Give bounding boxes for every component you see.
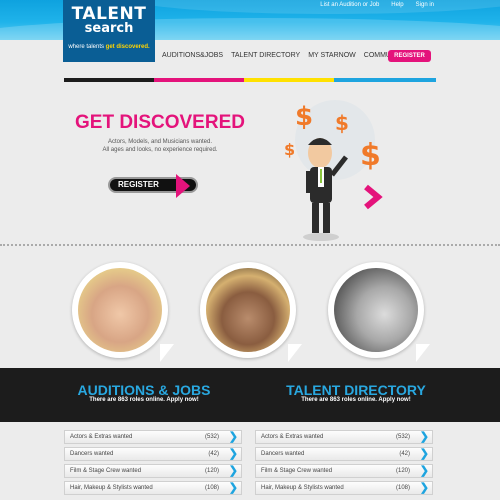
- blond-man-portrait: [206, 268, 290, 352]
- arrow-right-icon: [176, 174, 190, 198]
- wave-decoration: [120, 0, 500, 14]
- svg-text:$: $: [360, 138, 381, 173]
- chevron-right-icon: ❯: [419, 465, 429, 477]
- color-stripe-pink: [154, 78, 244, 82]
- speech-tail: [288, 344, 302, 362]
- list-item[interactable]: Film & Stage Crew wanted (120) ❯: [255, 464, 433, 478]
- nav-my-starnow[interactable]: MY STARNOW: [308, 52, 356, 59]
- tagline-post: get discovered.: [105, 44, 150, 50]
- list-audition-link[interactable]: List an Audition or Job: [320, 2, 379, 8]
- color-stripe-black: [64, 78, 154, 82]
- hero-subtitle: Actors, Models, and Musicians wanted. Al…: [60, 138, 260, 154]
- list-item-count: (120): [204, 468, 219, 474]
- main-nav: AUDITIONS&JOBS TALENT DIRECTORY MY STARN…: [162, 52, 407, 59]
- chevron-right-icon: ❯: [419, 431, 429, 443]
- color-stripe-yellow: [244, 78, 334, 82]
- dotted-divider: [0, 244, 500, 246]
- register-hero-label: REGISTER: [118, 180, 159, 189]
- svg-text:$: $: [335, 111, 349, 135]
- auditions-jobs-title[interactable]: AUDITIONS & JOBS: [34, 382, 254, 398]
- auditions-category-list: Actors & Extras wanted (532) ❯ Dancers wan…: [64, 430, 242, 498]
- list-item-count: (108): [395, 485, 410, 491]
- list-item[interactable]: Actors & Extras wanted (532) ❯: [255, 430, 433, 444]
- speech-tail: [160, 344, 174, 362]
- nav-talent-directory[interactable]: TALENT DIRECTORY: [231, 52, 300, 59]
- list-item-label: Dancers wanted: [70, 451, 114, 457]
- list-item-label: Film & Stage Crew wanted: [261, 468, 333, 474]
- hero-sub-line1: Actors, Models, and Musicians wanted.: [107, 139, 213, 145]
- list-item[interactable]: Dancers wanted (42) ❯: [255, 447, 433, 461]
- list-item[interactable]: Film & Stage Crew wanted (120) ❯: [64, 464, 242, 478]
- blonde-woman-portrait: [78, 268, 162, 352]
- list-item-count: (120): [395, 468, 410, 474]
- chevron-right-icon: ❯: [228, 431, 238, 443]
- bw-woman-portrait: [334, 268, 418, 352]
- list-item-count: (42): [208, 451, 219, 457]
- list-item-label: Film & Stage Crew wanted: [70, 468, 142, 474]
- auditions-jobs-subtitle: There are 863 roles online. Apply now!: [89, 397, 199, 403]
- tagline-pre: where talents: [68, 44, 104, 50]
- chevron-right-icon: ❯: [419, 448, 429, 460]
- site-logo[interactable]: TALENT search where talents get discover…: [63, 0, 155, 62]
- top-links: List an Audition or Job Help Sign in: [320, 2, 434, 8]
- list-item-label: Hair, Makeup & Stylists wanted: [70, 485, 153, 491]
- color-stripe-blue: [334, 78, 436, 82]
- talent-photo-2[interactable]: [200, 262, 302, 362]
- talent-category-list: Actors & Extras wanted (532) ❯ Dancers wan…: [255, 430, 433, 498]
- svg-text:$: $: [284, 140, 295, 159]
- register-top-button[interactable]: REGISTER: [388, 50, 431, 62]
- list-item-count: (532): [395, 434, 410, 440]
- list-item-count: (42): [399, 451, 410, 457]
- chevron-right-icon: ❯: [228, 465, 238, 477]
- logo-tagline: where talents get discovered.: [63, 44, 155, 50]
- talent-directory-title[interactable]: TALENT DIRECTORY: [246, 382, 466, 398]
- nav-auditions-jobs[interactable]: AUDITIONS&JOBS: [162, 52, 223, 59]
- list-item-label: Actors & Extras wanted: [70, 434, 133, 440]
- list-item[interactable]: Hair, Makeup & Stylists wanted (108) ❯: [64, 481, 242, 495]
- list-item-label: Actors & Extras wanted: [261, 434, 324, 440]
- chevron-right-icon: ❯: [228, 482, 238, 494]
- hero-title: GET DISCOVERED: [75, 112, 245, 133]
- svg-text:$: $: [295, 102, 313, 132]
- sign-in-link[interactable]: Sign in: [416, 2, 434, 8]
- list-item[interactable]: Dancers wanted (42) ❯: [64, 447, 242, 461]
- register-hero-button[interactable]: REGISTER: [108, 174, 198, 198]
- help-link[interactable]: Help: [391, 2, 403, 8]
- speech-tail: [416, 344, 430, 362]
- list-item-count: (108): [204, 485, 219, 491]
- talent-photo-1[interactable]: [72, 262, 174, 362]
- list-item[interactable]: Hair, Makeup & Stylists wanted (108) ❯: [255, 481, 433, 495]
- list-item-label: Dancers wanted: [261, 451, 305, 457]
- cartoon-man-illustration: $ $ $ $: [284, 100, 383, 241]
- list-item[interactable]: Actors & Extras wanted (532) ❯: [64, 430, 242, 444]
- hero-sub-line2: All ages and looks, no experience requir…: [102, 147, 218, 153]
- chevron-right-icon: ❯: [419, 482, 429, 494]
- chevron-right-icon: ❯: [228, 448, 238, 460]
- list-item-count: (532): [204, 434, 219, 440]
- talent-photo-3[interactable]: [328, 262, 430, 362]
- list-item-label: Hair, Makeup & Stylists wanted: [261, 485, 344, 491]
- talent-directory-subtitle: There are 863 roles online. Apply now!: [301, 397, 411, 403]
